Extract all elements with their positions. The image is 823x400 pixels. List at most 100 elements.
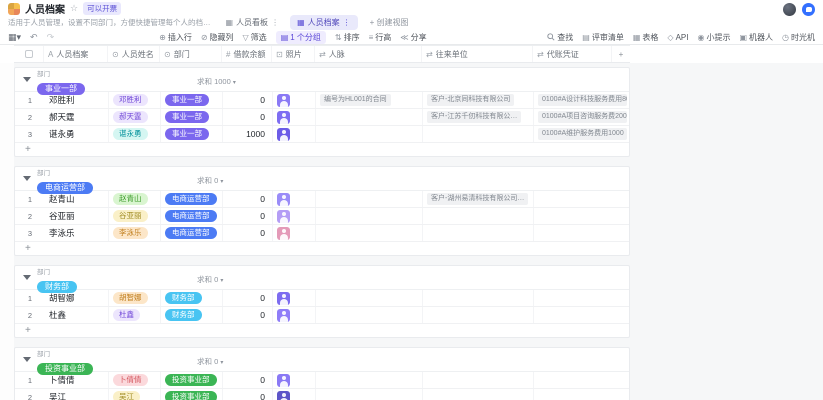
cell-voucher-links[interactable]: 0100#A维护服务费用10000100#A维护 (534, 126, 630, 142)
cell-name[interactable]: 郝天霆 (45, 109, 109, 125)
cell-loan-balance[interactable]: 1000 (223, 126, 273, 142)
add-record-button[interactable]: + (15, 324, 629, 337)
cell-photo[interactable] (273, 225, 316, 241)
linked-record-tag[interactable]: 0100#A项目咨询服务费200000 (538, 111, 627, 123)
cell-department[interactable]: 事业一部 (161, 109, 223, 125)
cell-photo[interactable] (273, 126, 316, 142)
linked-record-tag[interactable]: 客户-江苏千仞科技有限公… (427, 111, 521, 123)
undo-icon[interactable]: ↶ (30, 32, 38, 43)
column-header-代账凭证[interactable]: ⇄代账凭证 (533, 46, 612, 62)
column-header-人员档案[interactable]: A人员档案 (44, 46, 108, 62)
cell-department[interactable]: 财务部 (161, 307, 223, 323)
view-switcher-icon[interactable]: ▦▾ (8, 32, 21, 43)
row-number[interactable]: 3 (15, 225, 45, 241)
cell-company-links[interactable] (423, 126, 534, 142)
API-button[interactable]: ◇API (667, 33, 688, 42)
cell-loan-balance[interactable]: 0 (223, 109, 273, 125)
cell-voucher-links[interactable] (534, 307, 630, 323)
row-number[interactable]: 2 (15, 389, 45, 400)
cell-voucher-links[interactable] (534, 208, 630, 224)
cell-people-links[interactable] (316, 307, 423, 323)
cell-voucher-links[interactable] (534, 389, 630, 400)
cell-department[interactable]: 事业一部 (161, 126, 223, 142)
cell-name[interactable]: 吴江 (45, 389, 109, 400)
cell-people-links[interactable] (316, 126, 423, 142)
column-header-照片[interactable]: ⊡照片 (272, 46, 315, 62)
cell-person-tag[interactable]: 杜鑫 (109, 307, 161, 323)
cell-person-tag[interactable]: 谷亚丽 (109, 208, 161, 224)
cell-voucher-links[interactable] (534, 225, 630, 241)
cell-voucher-links[interactable]: 0100#A项目咨询服务费2000000100#A项目 (534, 109, 630, 125)
kebab-menu-icon[interactable]: ⋮ (343, 18, 351, 27)
add-record-button[interactable]: + (15, 143, 629, 156)
group-summary[interactable]: 求和 0 ▾ (197, 175, 223, 186)
cell-people-links[interactable] (316, 109, 423, 125)
cell-people-links[interactable] (316, 225, 423, 241)
机器人-button[interactable]: ▣机器人 (739, 32, 773, 43)
cell-people-links[interactable] (316, 389, 423, 400)
collapse-caret-icon[interactable] (23, 176, 31, 181)
column-header-人脉[interactable]: ⇄人脉 (315, 46, 422, 62)
cell-department[interactable]: 投资事业部 (161, 389, 223, 400)
cell-person-tag[interactable]: 郝天霆 (109, 109, 161, 125)
cell-name[interactable]: 谷亚丽 (45, 208, 109, 224)
kebab-menu-icon[interactable]: ⋮ (271, 18, 279, 27)
column-header-部门[interactable]: ⊙部门 (160, 46, 222, 62)
cell-photo[interactable] (273, 307, 316, 323)
column-header-plus-icon[interactable]: + (612, 46, 630, 62)
cell-company-links[interactable]: 客户-江苏千仞科技有限公… (423, 109, 534, 125)
group-summary[interactable]: 求和 0 ▾ (197, 356, 223, 367)
查找-button[interactable]: 查找 (547, 32, 573, 43)
redo-icon[interactable]: ↷ (47, 32, 55, 43)
评审清单-button[interactable]: ▤评审清单 (582, 32, 624, 43)
cell-person-tag[interactable]: 谌永勇 (109, 126, 161, 142)
cell-loan-balance[interactable]: 0 (223, 307, 273, 323)
insert-row-button[interactable]: ⊕插入行 (159, 32, 192, 43)
linked-record-tag[interactable]: 0100#A维护服务费用1000 (538, 128, 627, 140)
row-number[interactable]: 3 (15, 126, 45, 142)
select-all-checkbox[interactable] (25, 50, 33, 58)
cell-photo[interactable] (273, 389, 316, 400)
group-header[interactable]: 部门电商运营部求和 0 ▾ (15, 167, 629, 191)
group-header[interactable]: 部门事业一部求和 1000 ▾ (15, 68, 629, 92)
add-view-button[interactable]: + 创建视图 (370, 17, 409, 28)
row-height-button[interactable]: ≡行高 (369, 32, 392, 43)
column-header-checkbox[interactable] (14, 46, 44, 62)
小提示-button[interactable]: ◉小提示 (697, 32, 730, 43)
cell-department[interactable]: 电商运营部 (161, 225, 223, 241)
user-avatar[interactable] (783, 3, 796, 16)
share-button[interactable]: ≪分享 (400, 32, 426, 43)
collapse-caret-icon[interactable] (23, 357, 31, 362)
hide-fields-button[interactable]: ⊘隐藏列 (201, 32, 234, 43)
collapse-caret-icon[interactable] (23, 275, 31, 280)
cell-person-tag[interactable]: 吴江 (109, 389, 161, 400)
cell-loan-balance[interactable]: 0 (223, 225, 273, 241)
cell-people-links[interactable] (316, 208, 423, 224)
sort-button[interactable]: ⇅排序 (335, 32, 360, 43)
cell-company-links[interactable] (423, 389, 534, 400)
cell-name[interactable]: 谌永勇 (45, 126, 109, 142)
star-icon[interactable]: ☆ (70, 3, 78, 14)
row-number[interactable]: 2 (15, 208, 45, 224)
row-number[interactable]: 2 (15, 109, 45, 125)
cell-company-links[interactable] (423, 208, 534, 224)
cell-name[interactable]: 杜鑫 (45, 307, 109, 323)
tab-人员档案[interactable]: ▦人员档案⋮ (290, 15, 358, 30)
row-number[interactable]: 2 (15, 307, 45, 323)
时光机-button[interactable]: ◷时光机 (782, 32, 815, 43)
column-header-人员姓名[interactable]: ⊙人员姓名 (108, 46, 160, 62)
cell-person-tag[interactable]: 李泳乐 (109, 225, 161, 241)
cell-company-links[interactable] (423, 307, 534, 323)
表格-button[interactable]: ▦表格 (633, 32, 659, 43)
cell-photo[interactable] (273, 208, 316, 224)
cell-photo[interactable] (273, 109, 316, 125)
column-header-往来单位[interactable]: ⇄往来单位 (422, 46, 533, 62)
cell-loan-balance[interactable]: 0 (223, 389, 273, 400)
group-button[interactable]: ▤1 个分组 (276, 31, 326, 44)
help-chat-icon[interactable] (802, 3, 815, 16)
cell-loan-balance[interactable]: 0 (223, 208, 273, 224)
group-summary[interactable]: 求和 1000 ▾ (197, 76, 236, 87)
add-record-button[interactable]: + (15, 242, 629, 255)
group-header[interactable]: 部门财务部求和 0 ▾ (15, 266, 629, 290)
group-summary[interactable]: 求和 0 ▾ (197, 274, 223, 285)
